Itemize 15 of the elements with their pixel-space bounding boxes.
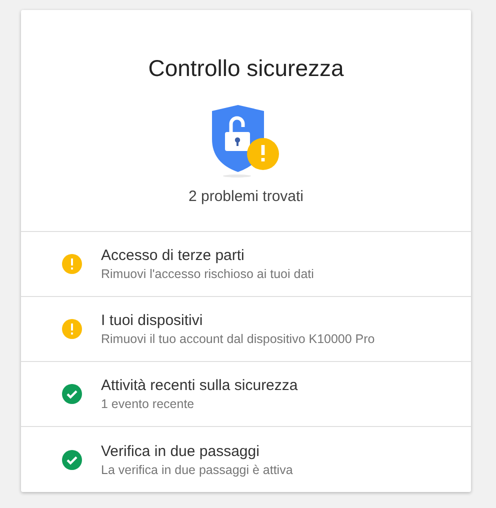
item-title: Attività recenti sulla sicurezza bbox=[101, 377, 298, 394]
security-item[interactable]: I tuoi dispositivi Rimuovi il tuo account dal dispositivo K10000 Pro bbox=[21, 297, 471, 362]
item-description: La verifica in due passaggi è attiva bbox=[101, 462, 293, 476]
security-item[interactable]: Attività recenti sulla sicurezza 1 evento recente bbox=[21, 362, 471, 427]
item-description: Rimuovi l'accesso rischioso ai tuoi dati bbox=[101, 267, 314, 281]
item-title: I tuoi dispositivi bbox=[101, 312, 204, 329]
item-description: 1 evento recente bbox=[101, 397, 196, 411]
item-description: Rimuovi il tuo account dal dispositivo K10000 Pro bbox=[101, 332, 375, 346]
item-title: Accesso di terze parti bbox=[101, 247, 246, 264]
security-item[interactable]: Accesso di terze parti Rimuovi l'accesso rischioso ai tuoi dati bbox=[21, 232, 471, 297]
page-title: Controllo sicurezza bbox=[148, 54, 344, 83]
security-item[interactable]: Verifica in due passaggi La verifica in due passaggi è attiva bbox=[21, 427, 471, 492]
item-title: Verifica in due passaggi bbox=[101, 442, 260, 460]
shield-lock-icon bbox=[211, 102, 281, 178]
problems-summary: 2 problemi trovati bbox=[188, 188, 304, 205]
